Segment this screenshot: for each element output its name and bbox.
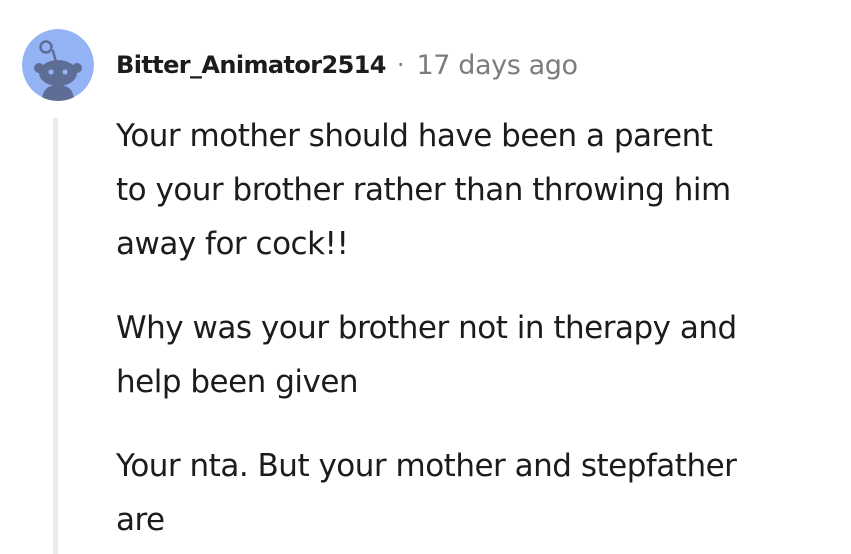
meta-separator: · — [396, 51, 405, 79]
comment-line: away for cock!! — [116, 226, 349, 262]
comment-line: are — [116, 502, 165, 538]
comment-line: help been given — [116, 364, 359, 400]
comment-paragraph: Your mother should have been a parent to… — [116, 109, 831, 271]
comment-line: Why was your brother not in therapy and — [116, 310, 737, 346]
reddit-snoo-avatar-icon — [22, 29, 94, 101]
comment-paragraph: Why was your brother not in therapy and … — [116, 301, 831, 409]
comment-body: Your mother should have been a parent to… — [116, 109, 831, 554]
timestamp[interactable]: 17 days ago — [417, 50, 578, 81]
avatar[interactable] — [22, 29, 94, 101]
username[interactable]: Bitter_Animator2514 — [116, 51, 386, 79]
thread-line[interactable] — [53, 118, 58, 554]
comment-meta: Bitter_Animator2514 · 17 days ago — [116, 45, 578, 85]
comment: Bitter_Animator2514 · 17 days ago Your m… — [0, 0, 851, 554]
comment-line: Your mother should have been a parent — [116, 118, 713, 154]
comment-line: Your nta. But your mother and stepfather — [116, 448, 737, 484]
comment-paragraph: Your nta. But your mother and stepfather… — [116, 439, 831, 547]
comment-line: to your brother rather than throwing him — [116, 172, 731, 208]
